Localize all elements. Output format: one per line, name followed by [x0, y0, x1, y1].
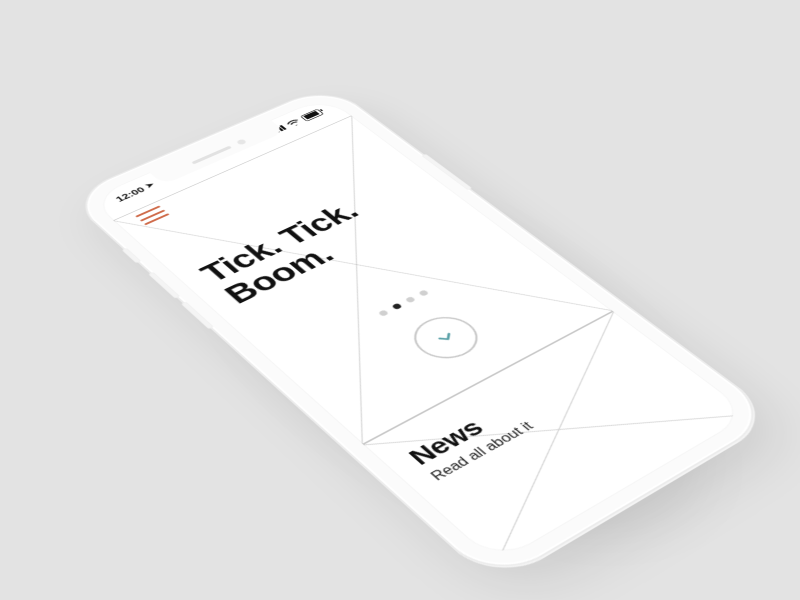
stage: 12:00 ➤	[0, 0, 800, 600]
battery-icon	[300, 109, 324, 122]
news-subheading: Read all about it	[428, 420, 537, 484]
wifi-icon	[285, 118, 303, 128]
mute-switch	[122, 248, 142, 264]
chevron-down-icon	[432, 328, 461, 347]
page-dot[interactable]	[405, 296, 416, 303]
front-camera	[235, 139, 246, 146]
page-dot[interactable]	[378, 309, 389, 316]
status-time: 12:00	[113, 185, 147, 203]
location-icon: ➤	[143, 181, 157, 190]
device: 12:00 ➤	[71, 87, 773, 581]
news-heading: News	[403, 415, 491, 470]
volume-down-button	[181, 301, 214, 329]
page-dot[interactable]	[391, 303, 402, 310]
scroll-down-button[interactable]	[401, 309, 490, 367]
